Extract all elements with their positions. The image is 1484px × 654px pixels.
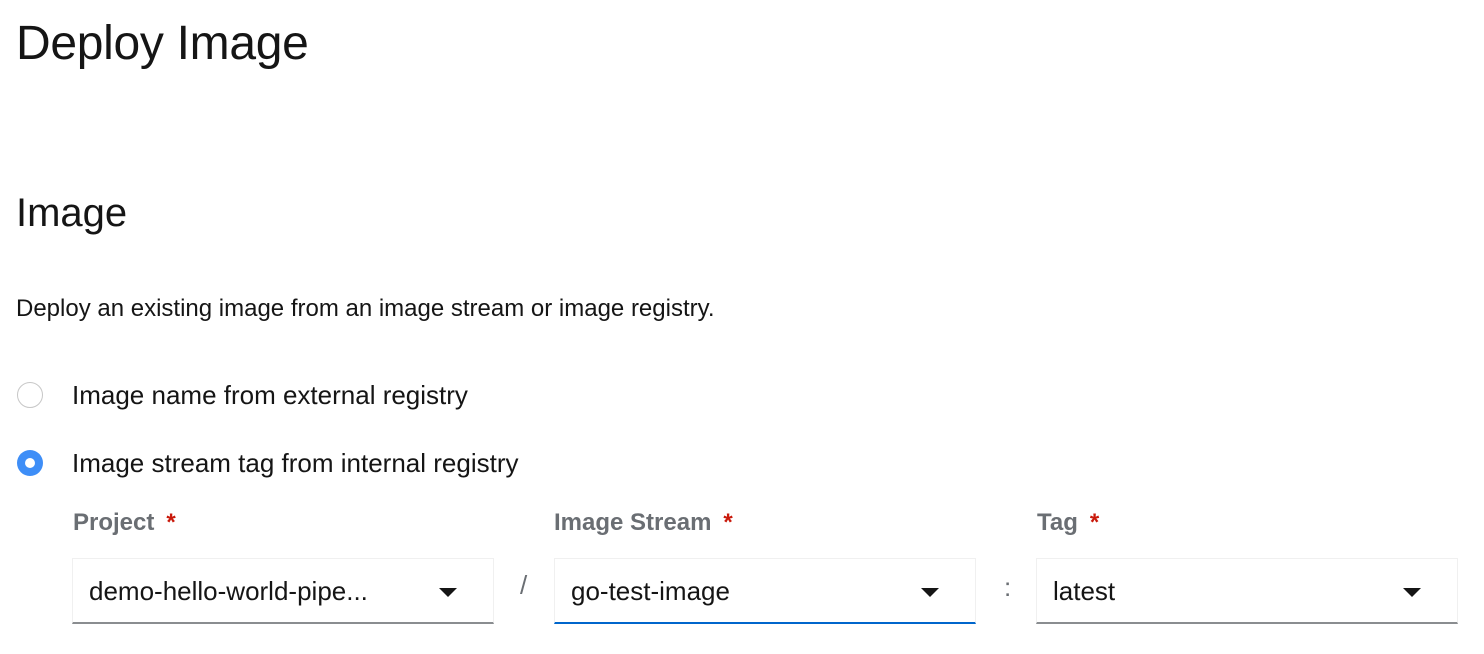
radio-label-external-registry: Image name from external registry bbox=[72, 380, 468, 410]
required-indicator: * bbox=[1089, 509, 1100, 536]
tag-select-value: latest bbox=[1053, 575, 1116, 606]
radio-external-registry[interactable]: Image name from external registry bbox=[17, 378, 468, 412]
image-stream-label-text: Image Stream bbox=[554, 509, 712, 536]
project-label: Project * bbox=[73, 506, 176, 540]
required-indicator: * bbox=[723, 509, 733, 536]
deploy-image-page: Deploy Image Image Deploy an existing im… bbox=[0, 0, 1484, 654]
radio-label-internal-registry: Image stream tag from internal registry bbox=[72, 448, 519, 478]
required-indicator: * bbox=[166, 509, 176, 536]
project-select[interactable]: demo-hello-world-pipe... bbox=[72, 558, 494, 624]
tag-label: Tag * bbox=[1037, 506, 1099, 540]
image-stream-select[interactable]: go-test-image bbox=[554, 558, 976, 624]
project-label-text: Project bbox=[73, 509, 155, 536]
section-description: Deploy an existing image from an image s… bbox=[16, 295, 715, 322]
caret-down-icon bbox=[1403, 588, 1421, 597]
image-stream-label: Image Stream * bbox=[554, 506, 733, 540]
section-title: Image bbox=[16, 191, 128, 235]
tag-select[interactable]: latest bbox=[1036, 558, 1458, 624]
colon-separator: : bbox=[1004, 572, 1012, 602]
page-title: Deploy Image bbox=[16, 17, 309, 70]
tag-label-text: Tag bbox=[1037, 509, 1078, 536]
caret-down-icon bbox=[439, 588, 457, 597]
caret-down-icon bbox=[921, 588, 939, 597]
image-stream-select-value: go-test-image bbox=[571, 575, 730, 606]
radio-button-checked[interactable] bbox=[17, 450, 43, 476]
slash-separator: / bbox=[520, 570, 528, 600]
radio-internal-registry[interactable]: Image stream tag from internal registry bbox=[17, 446, 519, 480]
radio-button-unchecked[interactable] bbox=[17, 382, 43, 408]
project-select-value: demo-hello-world-pipe... bbox=[89, 575, 368, 606]
